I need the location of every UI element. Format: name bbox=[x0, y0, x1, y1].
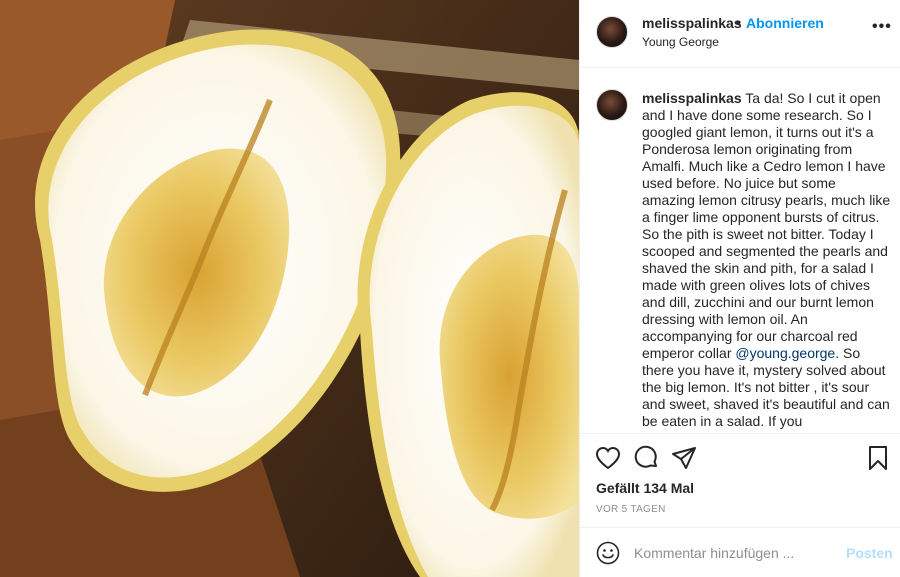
author-avatar[interactable] bbox=[596, 16, 628, 48]
actions-section: Gefällt 134 Mal VOR 5 TAGEN bbox=[580, 433, 900, 528]
emoji-icon[interactable] bbox=[596, 541, 620, 565]
caption-text: melisspalinkas Ta da! So I cut it open a… bbox=[642, 90, 892, 430]
likes-count[interactable]: Gefällt 134 Mal bbox=[596, 480, 694, 496]
comment-input[interactable] bbox=[634, 542, 834, 564]
follow-button[interactable]: Abonnieren bbox=[746, 15, 824, 31]
caption-body: Ta da! So I cut it open and I have done … bbox=[642, 90, 891, 361]
post-side-panel: melisspalinkas • Abonnieren Young George… bbox=[579, 0, 900, 577]
more-options-icon[interactable]: ••• bbox=[872, 18, 892, 36]
caption-username[interactable]: melisspalinkas bbox=[642, 90, 742, 106]
mention-link[interactable]: @young.george bbox=[735, 345, 835, 361]
comment-icon[interactable] bbox=[632, 444, 660, 472]
caption-author-avatar[interactable] bbox=[596, 89, 628, 121]
lemon-halves-image bbox=[0, 0, 579, 577]
post-location[interactable]: Young George bbox=[642, 35, 719, 49]
post-photo[interactable] bbox=[0, 0, 579, 577]
heart-icon[interactable] bbox=[594, 444, 622, 472]
comment-bar: Posten bbox=[580, 527, 900, 577]
share-icon[interactable] bbox=[670, 444, 698, 472]
post-comment-button[interactable]: Posten bbox=[846, 545, 893, 561]
author-username[interactable]: melisspalinkas bbox=[642, 15, 742, 31]
post-timestamp[interactable]: VOR 5 TAGEN bbox=[596, 504, 666, 515]
post-header: melisspalinkas • Abonnieren Young George… bbox=[580, 0, 900, 68]
caption-section: melisspalinkas Ta da! So I cut it open a… bbox=[580, 69, 900, 431]
separator-dot: • bbox=[736, 14, 741, 30]
bookmark-icon[interactable] bbox=[864, 444, 892, 472]
